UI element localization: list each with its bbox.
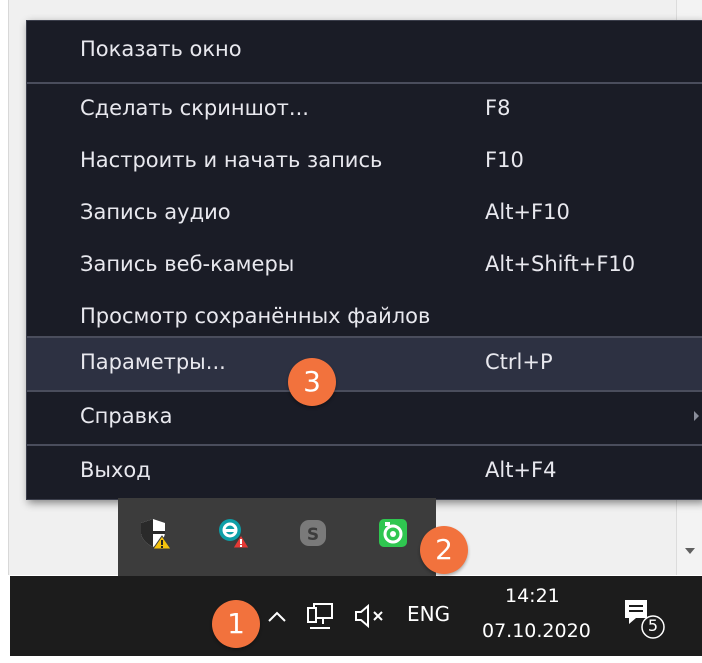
security-warning-icon[interactable] (138, 516, 172, 550)
skype-icon[interactable]: S (296, 516, 330, 550)
menu-item-show-window[interactable]: Показать окно (27, 25, 702, 77)
callout-2: 2 (420, 526, 468, 574)
menu-item-label: Настроить и начать запись (80, 148, 383, 172)
menu-item-shortcut: Ctrl+P (485, 350, 553, 374)
menu-item-label: Запись веб-камеры (80, 252, 295, 276)
tray-overflow-popup: S (118, 498, 436, 576)
callout-1: 1 (212, 600, 260, 648)
menu-item-help[interactable]: Справка (27, 392, 702, 444)
network-icon[interactable] (306, 602, 336, 630)
menu-item-start-recording[interactable]: Настроить и начать запись F10 (27, 136, 702, 188)
clock-time[interactable]: 14:21 (505, 585, 560, 607)
menu-item-screenshot[interactable]: Сделать скриншот... F8 (27, 84, 702, 136)
menu-item-record-audio[interactable]: Запись аудио Alt+F10 (27, 188, 702, 240)
tray-context-menu: Показать окно Сделать скриншот... F8 Нас… (26, 20, 702, 500)
menu-item-label: Справка (80, 404, 173, 428)
clock-date[interactable]: 07.10.2020 (482, 620, 591, 642)
menu-item-shortcut: Alt+F4 (485, 458, 557, 482)
menu-item-record-webcam[interactable]: Запись веб-камеры Alt+Shift+F10 (27, 240, 702, 292)
menu-item-label: Просмотр сохранённых файлов (80, 304, 431, 328)
menu-item-settings[interactable]: Параметры... Ctrl+P (27, 338, 702, 390)
menu-item-label: Сделать скриншот... (80, 96, 309, 120)
svg-text:S: S (307, 525, 319, 545)
submenu-arrow-icon (694, 411, 699, 421)
menu-item-exit[interactable]: Выход Alt+F4 (27, 446, 702, 498)
screen-recorder-icon[interactable] (376, 516, 410, 550)
menu-item-shortcut: Alt+F10 (485, 200, 570, 224)
menu-item-label: Выход (80, 458, 151, 482)
menu-item-label: Параметры... (80, 350, 226, 374)
language-indicator[interactable]: ENG (407, 602, 450, 626)
action-center-icon[interactable]: 5 (622, 598, 666, 642)
notification-count-badge: 5 (647, 616, 659, 635)
menu-item-shortcut: Alt+Shift+F10 (485, 252, 636, 276)
menu-item-shortcut: F10 (485, 148, 524, 172)
antivirus-alert-icon[interactable] (216, 516, 250, 550)
callout-3: 3 (288, 358, 336, 406)
menu-item-label: Показать окно (80, 37, 242, 61)
scroll-down-arrow-icon[interactable] (685, 548, 695, 554)
volume-muted-icon[interactable] (354, 603, 388, 629)
taskbar: ENG 14:21 07.10.2020 5 (10, 576, 702, 656)
menu-item-label: Запись аудио (80, 200, 231, 224)
show-hidden-icons-chevron-icon[interactable] (266, 606, 288, 628)
menu-item-shortcut: F8 (485, 96, 511, 120)
